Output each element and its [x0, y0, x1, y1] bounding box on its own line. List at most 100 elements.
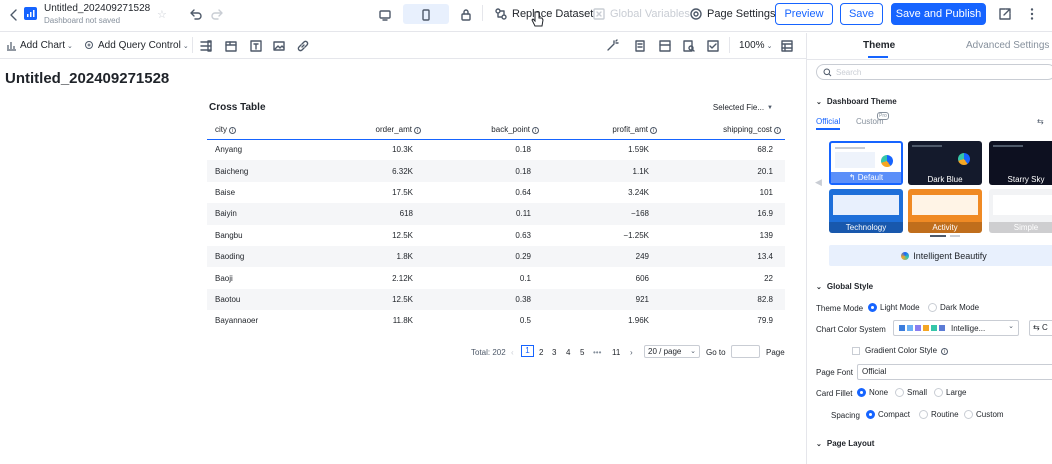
swap-icon[interactable]: ⇆	[1037, 117, 1044, 126]
page-3[interactable]: 3	[552, 348, 556, 357]
table-row[interactable]: Baiyin 618 0.11 −168 16.9	[207, 203, 785, 225]
next-page-icon[interactable]: ›	[630, 348, 633, 357]
table-cell-city: Baoji	[215, 273, 233, 283]
fillet-large-radio[interactable]: Large	[934, 388, 966, 398]
spacing-compact-radio[interactable]: Compact	[866, 410, 910, 420]
page-font-label: Page Font	[816, 368, 853, 377]
data-search-icon[interactable]	[682, 39, 696, 53]
grid-layout-icon[interactable]	[780, 39, 794, 53]
dashboard-theme-section[interactable]: ⌄ Dashboard Theme	[816, 97, 897, 106]
desktop-view-icon[interactable]	[378, 8, 392, 22]
theme-default[interactable]: ↰ Default	[829, 141, 903, 185]
page-size-select[interactable]: 20 / page ⌄	[644, 345, 700, 358]
table-cell-order-amt: 10.3K	[392, 145, 413, 155]
spacing-routine-radio[interactable]: Routine	[919, 410, 959, 420]
table-row[interactable]: Anyang 10.3K 0.18 1.59K 68.2	[207, 139, 785, 160]
fillet-none-radio[interactable]: None	[857, 388, 888, 398]
preview-button[interactable]: Preview	[775, 3, 833, 25]
theme-starry-sky[interactable]: Starry Sky	[989, 141, 1052, 185]
table-row[interactable]: Baoji 2.12K 0.1 606 22	[207, 267, 785, 288]
column-header-profit-amt[interactable]: profit_amt i	[543, 121, 661, 140]
column-header-order-amt[interactable]: order_amt i	[317, 121, 425, 140]
goto-page-input[interactable]	[731, 345, 760, 358]
page-5[interactable]: 5	[580, 348, 584, 357]
tab-advanced-settings[interactable]: Advanced Settings	[966, 40, 1049, 51]
table-row[interactable]: Bayannaoer 11.8K 0.5 1.96K 79.9	[207, 310, 785, 331]
link-icon[interactable]	[296, 39, 310, 53]
table-viewport[interactable]: city i order_amt i back_point i profit_amt i…	[207, 121, 785, 341]
theme-simple[interactable]: Simple	[989, 189, 1052, 233]
table-row[interactable]: Baicheng 6.32K 0.18 1.1K 20.1	[207, 160, 785, 182]
radio-unselected	[919, 410, 928, 420]
add-query-control-button[interactable]: Add Query Control ⌄	[84, 40, 189, 51]
tab-component-icon[interactable]	[224, 39, 238, 53]
document-icon[interactable]	[633, 39, 647, 53]
theme-technology[interactable]: Technology	[829, 189, 903, 233]
global-variables-button[interactable]: Global Variables	[592, 7, 690, 21]
chart-color-action-button[interactable]: ⇆ C	[1029, 320, 1052, 336]
search-input[interactable]: Search	[816, 64, 1052, 80]
spacing-custom-radio[interactable]: Custom	[964, 410, 1004, 420]
carousel-dot[interactable]	[950, 235, 960, 237]
column-header-label: city	[215, 125, 227, 135]
save-publish-button[interactable]: Save and Publish	[891, 3, 986, 25]
tab-theme[interactable]: Theme	[863, 40, 895, 51]
radio-unselected	[964, 410, 973, 420]
table-row[interactable]: Bangbu 12.5K 0.63 −1.25K 139	[207, 225, 785, 246]
undo-icon[interactable]	[188, 8, 202, 22]
prev-page-icon[interactable]: ‹	[511, 348, 514, 357]
carousel-prev-icon[interactable]: ◀	[815, 177, 822, 188]
page-11[interactable]: 11	[612, 348, 620, 357]
chart-color-select[interactable]: Intellige... ⌄	[893, 320, 1019, 336]
page-layout-section[interactable]: ⌄ Page Layout	[816, 439, 874, 448]
intelligent-beautify-button[interactable]: Intelligent Beautify	[829, 245, 1052, 266]
page-settings-label: Page Settings	[707, 8, 776, 20]
dark-mode-radio[interactable]: Dark Mode	[928, 303, 979, 313]
column-header-back-point[interactable]: back_point i	[425, 121, 543, 140]
theme-default-text: Default	[857, 173, 884, 182]
magic-icon[interactable]	[605, 39, 619, 53]
column-header-city[interactable]: city i	[207, 121, 317, 140]
light-mode-radio[interactable]: Light Mode	[868, 303, 920, 313]
carousel-dot-active[interactable]	[930, 235, 946, 237]
more-icon[interactable]	[1027, 7, 1037, 21]
theme-activity[interactable]: Activity	[908, 189, 982, 233]
text-component-icon[interactable]	[249, 39, 263, 53]
filter-component-icon[interactable]	[199, 39, 213, 53]
save-button[interactable]: Save	[840, 3, 883, 25]
star-icon[interactable]: ☆	[157, 8, 167, 21]
page-1[interactable]: 1	[521, 345, 534, 357]
table-row[interactable]: Baoding 1.8K 0.29 249 13.4	[207, 245, 785, 268]
global-style-section[interactable]: ⌄ Global Style	[816, 282, 873, 291]
theme-dark-blue[interactable]: Dark Blue	[908, 141, 982, 185]
lock-icon[interactable]	[459, 8, 473, 22]
checklist-icon[interactable]	[706, 39, 720, 53]
global-variables-icon	[593, 8, 605, 20]
tab-official[interactable]: Official	[816, 117, 840, 126]
dashboard-title[interactable]: Untitled_202409271528	[44, 3, 150, 14]
thumb-block	[835, 152, 875, 168]
selected-fields-dropdown[interactable]: Selected Fie... ▼	[713, 103, 773, 112]
page-ellipsis[interactable]: •••	[593, 348, 601, 357]
table-cell-back-point: 0.11	[425, 203, 543, 225]
gradient-checkbox[interactable]: Gradient Color Style i	[852, 346, 949, 355]
image-component-icon[interactable]	[272, 39, 286, 53]
table-row[interactable]: Baotou 12.5K 0.38 921 82.8	[207, 288, 785, 311]
page-font-select[interactable]: Official	[857, 364, 1052, 380]
zoom-select[interactable]: 100% ⌄	[739, 40, 772, 51]
canvas-title[interactable]: Untitled_202409271528	[5, 70, 169, 87]
page-2[interactable]: 2	[539, 348, 543, 357]
page-4[interactable]: 4	[566, 348, 570, 357]
column-header-shipping-cost[interactable]: shipping_cost i	[661, 121, 785, 140]
replace-dataset-icon	[495, 8, 507, 20]
table-row[interactable]: Baise 17.5K 0.64 3.24K 101	[207, 182, 785, 203]
fillet-small-radio[interactable]: Small	[895, 388, 927, 398]
page-settings-button[interactable]: Page Settings	[689, 7, 776, 21]
share-icon[interactable]	[998, 7, 1012, 21]
layers-icon[interactable]	[658, 39, 672, 53]
page-size-value: 20 / page	[648, 347, 682, 356]
add-chart-button[interactable]: Add Chart ⌄	[6, 40, 73, 51]
back-icon[interactable]	[7, 8, 21, 22]
mobile-view-icon[interactable]	[419, 8, 433, 22]
redo-icon[interactable]	[211, 8, 225, 22]
